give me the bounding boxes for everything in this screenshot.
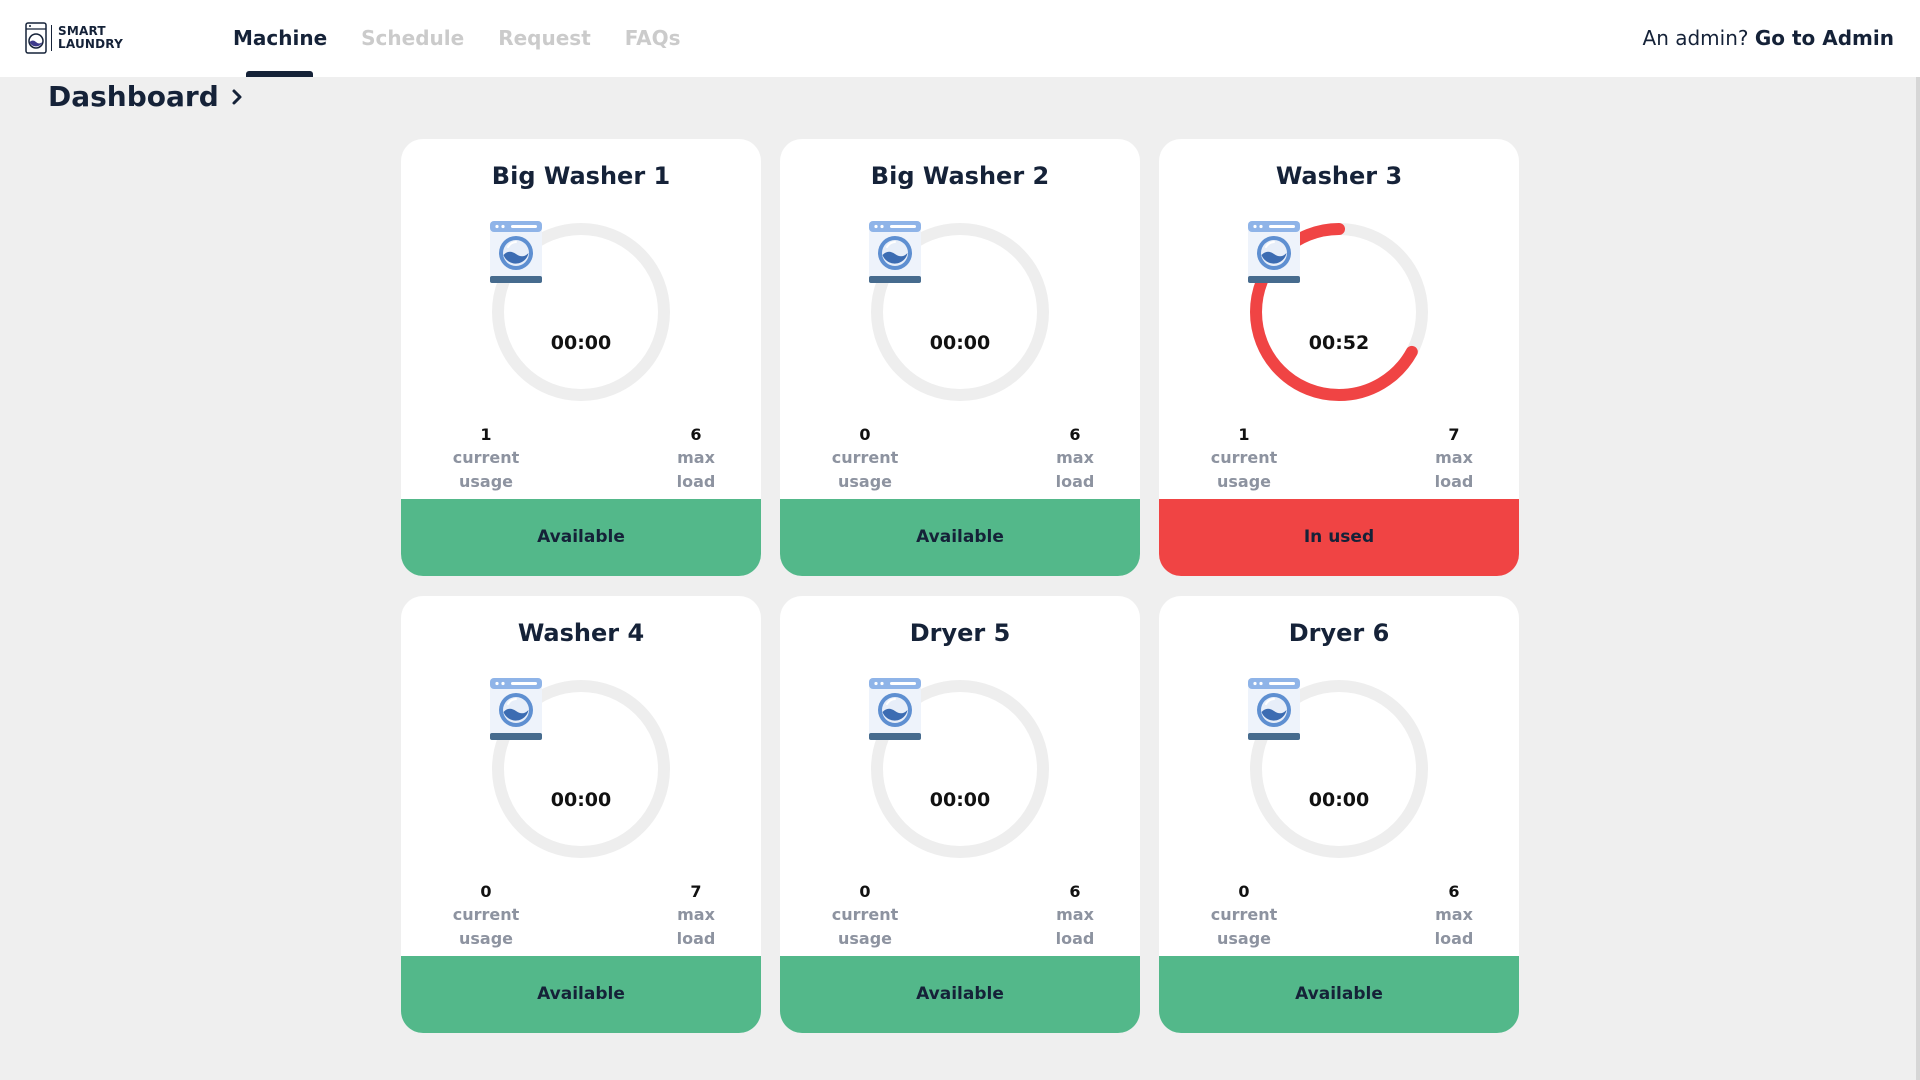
max-load-value: 6 [1069,425,1081,444]
max-load-label: max load [1434,448,1474,491]
max-load-stat: 6 max load [1034,424,1116,494]
timer-ring: 00:00 [868,220,1052,404]
machine-timer: 00:00 [550,789,612,811]
max-load-value: 7 [690,882,702,901]
machine-name: Washer 3 [1275,162,1403,190]
top-navbar: SMART LAUNDRY Machine Schedule Request F… [0,0,1920,77]
machine-card[interactable]: Big Washer 2 00:00 0 current usage 6 max… [780,139,1140,576]
chevron-right-icon [232,89,242,105]
tab-faqs-label: FAQs [624,26,681,50]
machine-status[interactable]: Available [780,956,1140,1033]
current-usage-label: current usage [831,905,899,948]
current-usage-stat: 0 current usage [1183,881,1305,951]
timer-ring: 00:00 [868,677,1052,861]
washing-machine-icon [1248,678,1300,740]
current-usage-value: 0 [859,882,871,901]
current-usage-label: current usage [1210,905,1278,948]
active-tab-indicator [246,71,314,77]
max-load-label: max load [676,905,716,948]
max-load-value: 6 [1069,882,1081,901]
washing-machine-icon [869,221,921,283]
max-load-stat: 6 max load [655,424,737,494]
page-title: Dashboard [48,80,219,113]
current-usage-value: 1 [1238,425,1250,444]
current-usage-value: 0 [1238,882,1250,901]
current-usage-stat: 1 current usage [1183,424,1305,494]
current-usage-stat: 1 current usage [425,424,547,494]
max-load-stat: 7 max load [655,881,737,951]
admin-prompt: An admin? Go to Admin [1643,0,1894,77]
brand-logo[interactable]: SMART LAUNDRY [25,20,123,56]
machine-name: Big Washer 1 [491,162,671,190]
machine-name: Dryer 6 [1288,619,1390,647]
max-load-stat: 6 max load [1413,881,1495,951]
current-usage-value: 0 [859,425,871,444]
washing-machine-icon [490,221,542,283]
breadcrumb: Dashboard [48,77,243,117]
max-load-label: max load [1055,905,1095,948]
tab-request-label: Request [498,26,591,50]
washing-machine-icon [490,678,542,740]
timer-ring: 00:52 [1247,220,1431,404]
current-usage-stat: 0 current usage [804,424,926,494]
tab-schedule[interactable]: Schedule [361,0,464,77]
machine-card[interactable]: Dryer 6 00:00 0 current usage 6 max load… [1159,596,1519,1033]
max-load-value: 7 [1448,425,1460,444]
machine-name: Dryer 5 [909,619,1011,647]
tab-request[interactable]: Request [498,0,591,77]
current-usage-stat: 0 current usage [804,881,926,951]
current-usage-value: 1 [480,425,492,444]
max-load-label: max load [676,448,716,491]
tab-machine[interactable]: Machine [233,0,327,77]
machine-status[interactable]: Available [1159,956,1519,1033]
tab-schedule-label: Schedule [361,26,465,50]
current-usage-stat: 0 current usage [425,881,547,951]
current-usage-label: current usage [452,448,520,491]
machine-timer: 00:00 [1308,789,1370,811]
timer-ring: 00:00 [489,220,673,404]
page-scrollbar[interactable] [1916,77,1920,1080]
max-load-value: 6 [1448,882,1460,901]
machine-status[interactable]: Available [780,499,1140,576]
washing-machine-icon [1248,221,1300,283]
main-nav-tabs: Machine Schedule Request FAQs [233,0,715,77]
current-usage-label: current usage [831,448,899,491]
max-load-label: max load [1055,448,1095,491]
tab-machine-label: Machine [233,26,328,50]
max-load-label: max load [1434,905,1474,948]
machine-card[interactable]: Washer 4 00:00 0 current usage 7 max loa… [401,596,761,1033]
brand-name: SMART LAUNDRY [51,25,123,51]
machine-grid: Big Washer 1 00:00 1 current usage 6 max… [401,139,1520,1033]
current-usage-value: 0 [480,882,492,901]
washing-machine-icon [869,678,921,740]
machine-timer: 00:00 [929,332,991,354]
max-load-stat: 6 max load [1034,881,1116,951]
tab-faqs[interactable]: FAQs [625,0,681,77]
current-usage-label: current usage [452,905,520,948]
machine-card[interactable]: Big Washer 1 00:00 1 current usage 6 max… [401,139,761,576]
machine-name: Washer 4 [517,619,645,647]
max-load-stat: 7 max load [1413,424,1495,494]
timer-ring: 00:00 [489,677,673,861]
admin-prompt-text: An admin? [1642,26,1749,50]
laundry-logo-icon [25,22,47,54]
timer-ring: 00:00 [1247,677,1431,861]
machine-timer: 00:00 [929,789,991,811]
machine-timer: 00:52 [1308,332,1370,354]
machine-card[interactable]: Dryer 5 00:00 0 current usage 6 max load… [780,596,1140,1033]
current-usage-label: current usage [1210,448,1278,491]
machine-timer: 00:00 [550,332,612,354]
brand-line-2: LAUNDRY [58,37,123,51]
machine-status[interactable]: Available [401,956,761,1033]
machine-status[interactable]: Available [401,499,761,576]
machine-name: Big Washer 2 [870,162,1050,190]
machine-card[interactable]: Washer 3 00:52 1 current usage 7 max loa… [1159,139,1519,576]
max-load-value: 6 [690,425,702,444]
machine-status[interactable]: In used [1159,499,1519,576]
go-to-admin-link[interactable]: Go to Admin [1755,26,1894,50]
